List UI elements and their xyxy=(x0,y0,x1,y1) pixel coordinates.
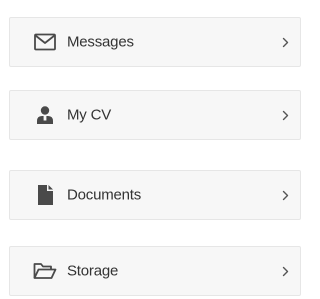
menu-item-label: Documents xyxy=(67,186,142,204)
folder-open-icon xyxy=(33,259,57,283)
menu-item-storage[interactable]: Storage xyxy=(9,246,301,296)
menu-item-my-cv[interactable]: My CV xyxy=(9,90,301,140)
menu-item-label: Storage xyxy=(67,262,119,280)
navigation-menu: Messages My CV Documents Storage xyxy=(0,0,305,299)
user-icon xyxy=(33,103,57,127)
menu-item-label: My CV xyxy=(67,106,112,124)
envelope-icon xyxy=(33,30,57,54)
menu-item-label: Messages xyxy=(67,33,134,51)
document-icon xyxy=(33,183,57,207)
menu-item-documents[interactable]: Documents xyxy=(9,170,301,220)
chevron-right-icon xyxy=(280,265,290,277)
chevron-right-icon xyxy=(280,109,290,121)
menu-item-messages[interactable]: Messages xyxy=(9,17,301,67)
chevron-right-icon xyxy=(280,36,290,48)
chevron-right-icon xyxy=(280,189,290,201)
